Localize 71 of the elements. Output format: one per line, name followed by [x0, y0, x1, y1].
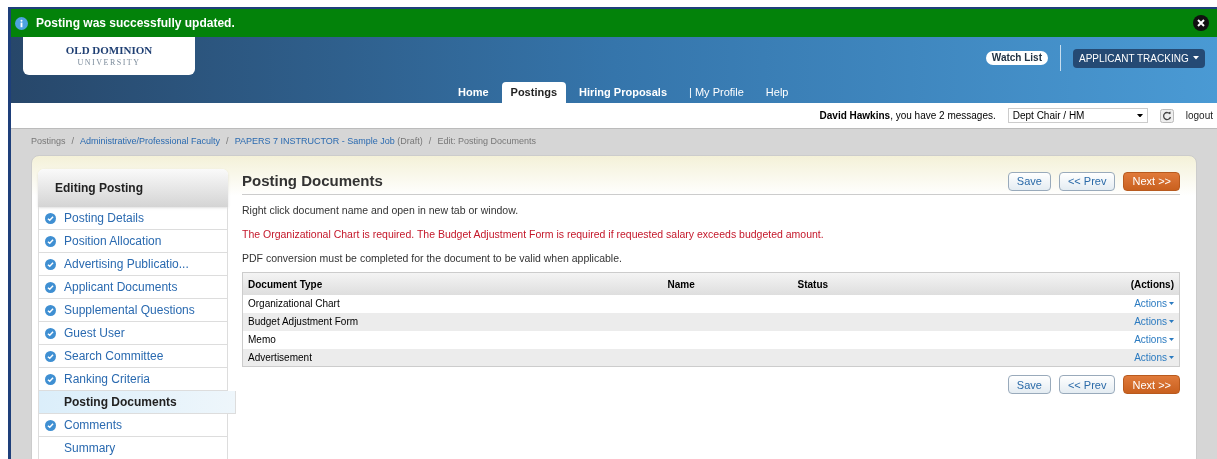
sidebar-header: Editing Posting: [38, 169, 228, 207]
error-message: The Organizational Chart is required. The Budget Adjustment Form is required if requested salary exceeds budgeted amount.: [242, 226, 825, 242]
actions-link[interactable]: Actions: [1134, 296, 1174, 312]
dropdown-icon: [1136, 113, 1143, 118]
breadcrumb-item: Edit: Posting Documents: [437, 135, 536, 149]
logo-subtitle: UNIVERSITY: [77, 57, 141, 68]
nav-tab[interactable]: Hiring Proposals: [570, 82, 677, 103]
sidebar-item[interactable]: Posting Documents: [38, 391, 236, 414]
table-cell: Advertisement: [242, 348, 663, 367]
check-icon: [45, 327, 56, 339]
sidebar-item[interactable]: Guest User: [38, 322, 228, 345]
nav-tab[interactable]: | My Profile: [680, 82, 753, 103]
sidebar-item[interactable]: Supplemental Questions: [38, 299, 228, 322]
logout-link[interactable]: logout: [1185, 108, 1213, 123]
save-button[interactable]: Save: [1007, 172, 1051, 191]
breadcrumb-separator: /: [70, 135, 76, 149]
close-icon[interactable]: [1193, 15, 1209, 31]
refresh-icon[interactable]: [1159, 108, 1174, 123]
nav-tab[interactable]: Home: [449, 82, 498, 103]
prev-button[interactable]: << Prev: [1058, 172, 1116, 191]
breadcrumb-link[interactable]: PAPERS 7 INSTRUCTOR - Sample Job (Draft): [234, 135, 423, 149]
table-cell: Organizational Chart: [242, 294, 663, 313]
next-button[interactable]: Next >>: [1123, 172, 1180, 191]
column-header: Document Type: [242, 272, 663, 295]
actions-link[interactable]: Actions: [1134, 350, 1174, 365]
table-cell: Memo: [242, 330, 663, 349]
nav-tab[interactable]: Postings: [501, 82, 566, 103]
save-button[interactable]: Save: [1007, 375, 1051, 395]
sidebar-item[interactable]: Posting Details: [38, 207, 228, 230]
nav-tab[interactable]: Help: [756, 82, 798, 103]
check-icon: [45, 419, 56, 431]
breadcrumb-separator: /: [427, 135, 433, 149]
check-icon: [45, 350, 56, 362]
sidebar-item[interactable]: Summary: [38, 437, 228, 459]
check-icon: [45, 281, 56, 293]
info-text: PDF conversion must be completed for the document to be valid when applicable.: [242, 250, 623, 266]
check-icon: [45, 373, 56, 385]
notification-message: Posting was successfully updated.: [36, 15, 236, 32]
info-text: Right click document name and open in new tab or window.: [242, 203, 520, 218]
next-button[interactable]: Next >>: [1123, 375, 1180, 395]
sidebar-item[interactable]: Search Committee: [38, 345, 228, 368]
info-icon: [15, 16, 28, 30]
dropdown-icon: [1193, 56, 1199, 60]
check-icon: [45, 235, 56, 247]
column-header: Status: [792, 272, 959, 295]
sidebar-item[interactable]: Position Allocation: [38, 230, 228, 253]
check-icon: [45, 304, 56, 316]
page-title: Posting Documents: [242, 171, 383, 192]
watch-list-button[interactable]: Watch List: [985, 51, 1048, 65]
breadcrumb-item: Postings: [31, 135, 66, 149]
sidebar-item[interactable]: Comments: [38, 414, 228, 437]
actions-link[interactable]: Actions: [1134, 332, 1174, 348]
user-message: David Hawkins, you have 2 messages.: [819, 109, 996, 123]
prev-button[interactable]: << Prev: [1058, 375, 1116, 395]
sidebar-item[interactable]: Advertising Publicatio...: [38, 253, 228, 276]
dropdown-icon: [1169, 338, 1174, 342]
column-header: (Actions): [958, 272, 1180, 295]
dropdown-icon: [1169, 320, 1174, 324]
column-header: Name: [662, 272, 793, 295]
check-icon: [45, 258, 56, 270]
table-cell: Budget Adjustment Form: [242, 312, 663, 331]
sidebar-item[interactable]: Applicant Documents: [38, 276, 228, 299]
dropdown-icon: [1169, 356, 1174, 359]
check-icon: [45, 212, 56, 224]
dropdown-icon: [1169, 302, 1174, 306]
module-select[interactable]: APPLICANT TRACKING: [1073, 48, 1205, 68]
logo-name: OLD DOMINION: [65, 44, 153, 58]
breadcrumb-link[interactable]: Administrative/Professional Faculty: [80, 135, 221, 149]
actions-link[interactable]: Actions: [1134, 314, 1174, 330]
role-select[interactable]: Dept Chair / HM: [1007, 108, 1148, 123]
breadcrumb-separator: /: [225, 135, 230, 149]
